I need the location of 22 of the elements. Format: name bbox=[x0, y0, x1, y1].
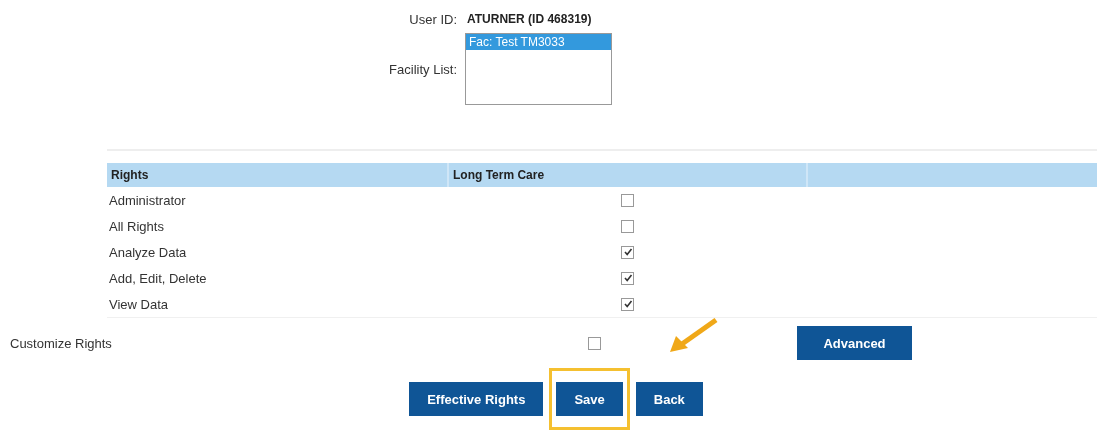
customize-rights-label: Customize Rights bbox=[9, 335, 113, 351]
checkbox[interactable] bbox=[588, 336, 601, 350]
checkbox[interactable] bbox=[621, 297, 634, 311]
action-button[interactable]: Save bbox=[556, 382, 623, 416]
column-header: Long Term Care bbox=[447, 163, 808, 187]
table-cell: Add, Edit, Delete bbox=[109, 270, 207, 286]
table-cell: Analyze Data bbox=[109, 244, 187, 260]
field-label: Facility List: bbox=[388, 61, 457, 77]
checkbox[interactable] bbox=[621, 245, 634, 259]
field-label: User ID: bbox=[408, 12, 457, 27]
action-button[interactable]: Effective Rights bbox=[409, 382, 544, 416]
column-header: Rights bbox=[110, 167, 150, 184]
table-cell: View Data bbox=[109, 296, 168, 312]
checkbox[interactable] bbox=[621, 219, 634, 233]
table-cell: Administrator bbox=[109, 192, 186, 208]
checkbox[interactable] bbox=[621, 193, 634, 207]
user-id-value: ATURNER (ID 468319) bbox=[467, 12, 592, 27]
table-cell: All Rights bbox=[109, 218, 164, 234]
checkbox[interactable] bbox=[621, 271, 634, 285]
arrow-icon bbox=[668, 318, 718, 354]
action-button[interactable]: Back bbox=[635, 382, 703, 416]
advanced-button[interactable]: Advanced bbox=[797, 326, 912, 360]
